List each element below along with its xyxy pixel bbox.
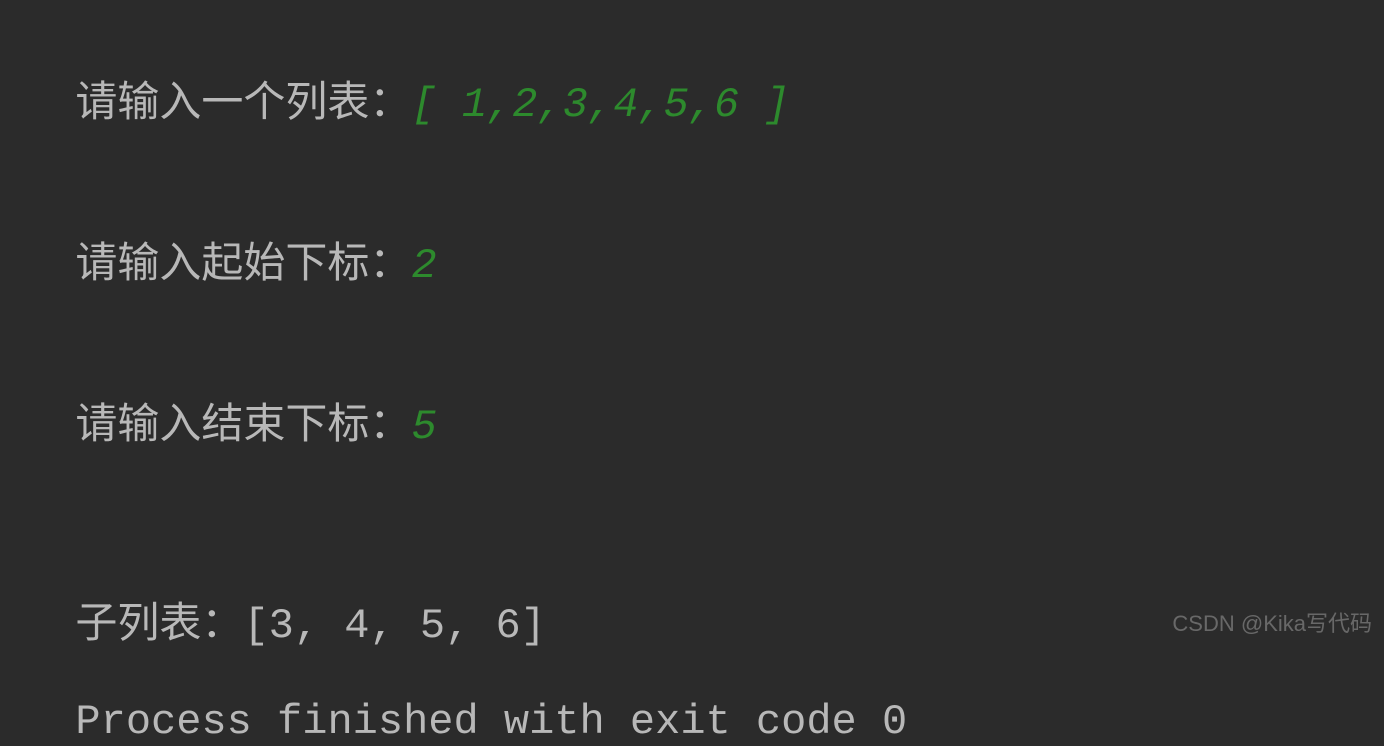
exit-status: Process finished with exit code 0 xyxy=(75,698,907,746)
console-line: 子列表：[3, 4, 5, 6] xyxy=(25,541,1359,650)
console-line: 请输入一个列表：[ 1,2,3,4,5,6 ] xyxy=(25,20,1359,129)
console-line: 请输入起始下标：2 xyxy=(25,181,1359,290)
console-line: Process finished with exit code 0 xyxy=(25,650,1359,746)
console-line: 请输入结束下标：5 xyxy=(25,342,1359,451)
user-input: 5 xyxy=(411,403,436,451)
watermark-text: CSDN @Kika写代码 xyxy=(1172,606,1372,638)
user-input: [ 1,2,3,4,5,6 ] xyxy=(411,81,789,129)
prompt-text: 请输入一个列表： xyxy=(75,81,411,129)
output-text: 子列表：[3, 4, 5, 6] xyxy=(75,602,545,650)
prompt-text: 请输入起始下标： xyxy=(75,242,411,290)
prompt-text: 请输入结束下标： xyxy=(75,403,411,451)
user-input: 2 xyxy=(411,242,436,290)
